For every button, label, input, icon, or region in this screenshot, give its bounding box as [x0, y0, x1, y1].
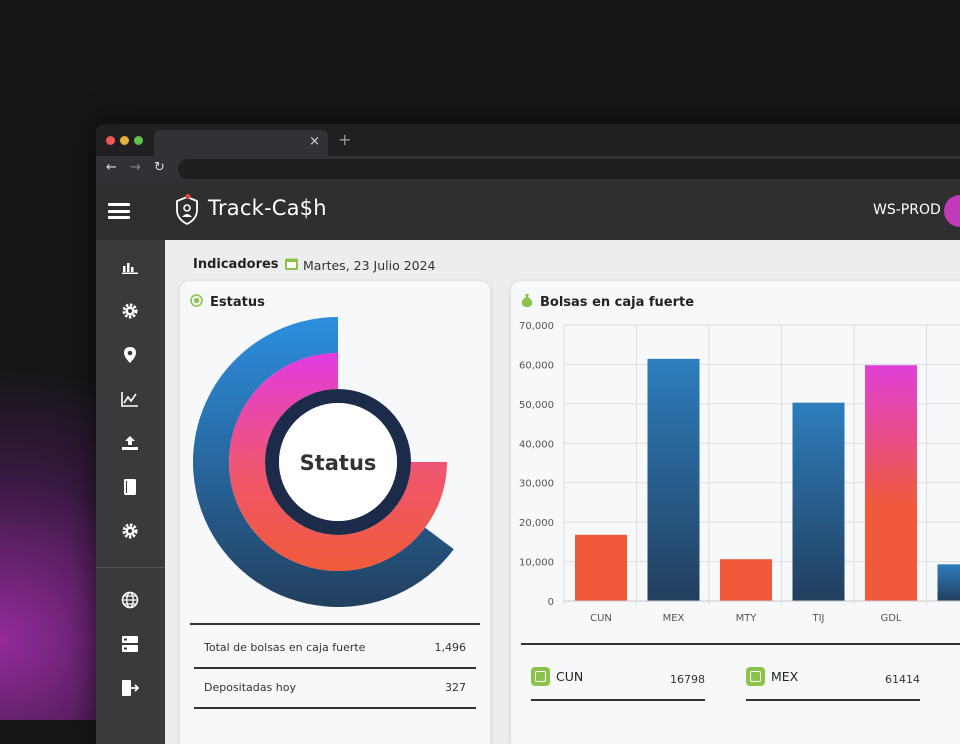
browser-window: × + ← → ↻ Track-Ca$h WS-PROD	[96, 124, 960, 744]
new-tab-button[interactable]: +	[338, 130, 351, 149]
gear-icon[interactable]	[116, 297, 144, 325]
bags-bar-chart: 0 10,000 20,000 30,000 40,000 50,000 60,000 70,…	[511, 317, 960, 637]
page-title: Indicadores	[193, 257, 279, 272]
environment-label: WS-PROD	[873, 202, 941, 218]
app-logo-text: Track-Ca$h	[208, 196, 327, 220]
y-tick-label: 0	[548, 597, 554, 608]
shield-logo-icon	[174, 194, 200, 226]
book-icon[interactable]	[116, 473, 144, 501]
bar-e	[938, 564, 960, 601]
sidebar-divider	[96, 567, 165, 568]
upload-icon[interactable]	[116, 429, 144, 457]
settings-icon[interactable]	[116, 517, 144, 545]
legend-value: 16798	[670, 673, 705, 686]
legend-item-mex: MEX 61414	[746, 663, 920, 701]
status-card: Estatus Status Total de bolsas e	[180, 281, 490, 744]
url-input[interactable]	[178, 159, 960, 179]
logout-icon[interactable]	[116, 674, 144, 702]
current-date: Martes, 23 Julio 2024	[303, 258, 436, 273]
avatar[interactable]	[944, 195, 960, 227]
main-content: Indicadores Martes, 23 Julio 2024 Estatu…	[165, 240, 960, 744]
location-pin-icon[interactable]	[116, 341, 144, 369]
y-tick-label: 40,000	[519, 439, 554, 450]
status-card-title: Estatus	[210, 295, 265, 310]
x-tick-label: CUN	[590, 613, 612, 624]
globe-icon[interactable]	[116, 586, 144, 614]
y-tick-label: 30,000	[519, 479, 554, 490]
minimize-window-button[interactable]	[120, 136, 129, 145]
chart-divider	[521, 643, 960, 645]
y-tick-label: 60,000	[519, 360, 554, 371]
forward-icon[interactable]: →	[130, 160, 141, 175]
legend-name: CUN	[556, 669, 583, 684]
maximize-window-button[interactable]	[134, 136, 143, 145]
bar-mex	[648, 359, 700, 601]
bags-card: Bolsas en caja fuerte 0 10,000 20,000 30,00…	[511, 281, 960, 744]
money-bag-icon	[521, 293, 533, 307]
legend-box-icon	[531, 667, 550, 686]
x-tick-label: TIJ	[811, 613, 824, 624]
bar-mty	[720, 559, 772, 601]
status-center-label: Status	[300, 451, 377, 475]
legend-item-cun: CUN 16798	[531, 663, 705, 701]
bar-chart-icon[interactable]	[116, 253, 144, 281]
x-tick-label: GDL	[880, 613, 901, 624]
stat-label: Depositadas hoy	[204, 681, 296, 694]
legend-name: MEX	[771, 669, 798, 684]
x-tick-label: MEX	[663, 613, 685, 624]
server-icon[interactable]	[116, 630, 144, 658]
app-header: Track-Ca$h WS-PROD	[96, 182, 960, 240]
bar-gdl	[865, 365, 917, 601]
y-tick-label: 70,000	[519, 321, 554, 332]
stat-row-today: Depositadas hoy 327	[194, 667, 476, 709]
bar-cun	[575, 535, 627, 601]
hamburger-menu-icon[interactable]	[108, 203, 130, 219]
sidebar	[96, 240, 165, 744]
bags-card-title: Bolsas en caja fuerte	[540, 295, 694, 310]
close-window-button[interactable]	[106, 136, 115, 145]
stat-row-total: Total de bolsas en caja fuerte 1,496	[194, 627, 476, 669]
calendar-icon	[285, 257, 298, 270]
legend-value: 61414	[885, 673, 920, 686]
x-tick-label: MTY	[736, 613, 758, 624]
legend-box-icon	[746, 667, 765, 686]
browser-tab[interactable]: ×	[154, 130, 328, 156]
browser-address-bar: ← → ↻	[96, 156, 960, 182]
status-icon	[190, 294, 203, 307]
back-icon[interactable]: ←	[106, 160, 117, 175]
stat-value: 1,496	[435, 641, 467, 654]
stat-value: 327	[445, 681, 466, 694]
status-divider	[190, 623, 480, 625]
y-tick-label: 10,000	[519, 558, 554, 569]
y-tick-label: 50,000	[519, 400, 554, 411]
bar-tij	[793, 403, 845, 601]
stat-label: Total de bolsas en caja fuerte	[204, 641, 365, 654]
reload-icon[interactable]: ↻	[154, 160, 165, 175]
status-radial-chart: Status	[180, 317, 490, 617]
y-tick-label: 20,000	[519, 518, 554, 529]
line-chart-icon[interactable]	[116, 385, 144, 413]
browser-tab-bar: × +	[96, 124, 960, 156]
tab-close-icon[interactable]: ×	[309, 134, 320, 149]
